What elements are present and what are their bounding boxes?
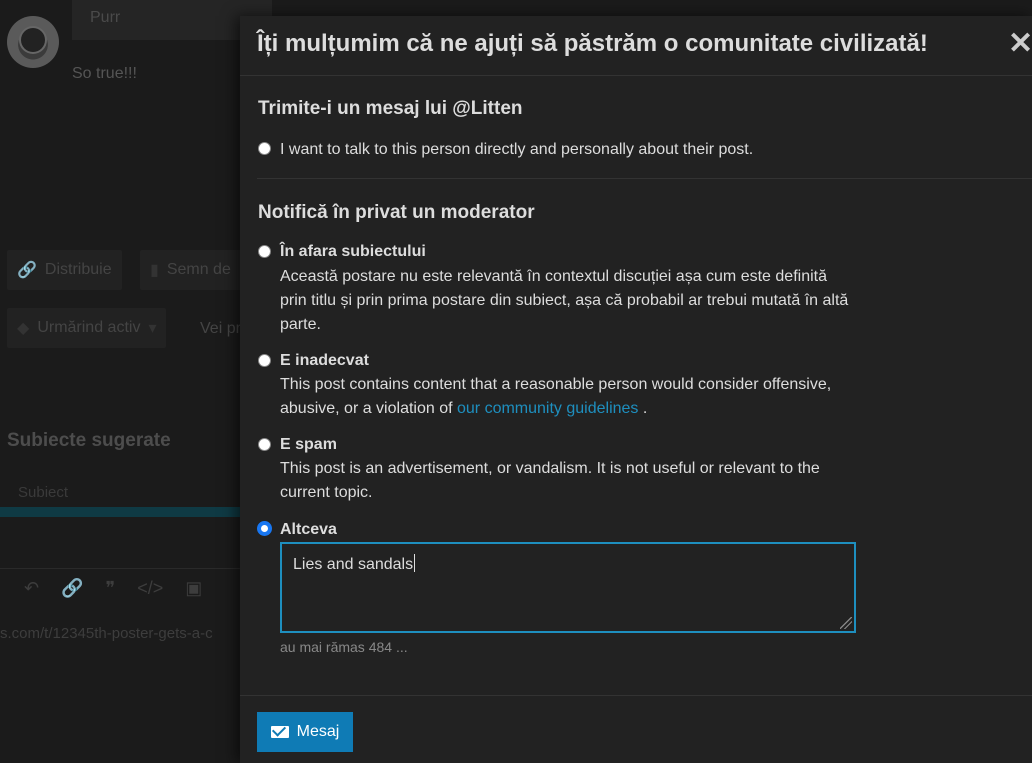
send-message-button[interactable]: Mesaj [257, 712, 353, 752]
notify-moderator-title: Notifică în privat un moderator [258, 202, 535, 223]
bookmark-button: ▮ Semn de [140, 250, 250, 290]
text-caret [414, 554, 416, 572]
off-topic-label[interactable]: În afara subiectului [280, 243, 426, 261]
caret-down-icon: ▾ [148, 320, 157, 337]
spam-description: This post is an advertisement, or vandal… [280, 460, 820, 501]
bookmark-icon: ▮ [150, 262, 159, 279]
envelope-icon [270, 726, 289, 738]
quote-icon: ❞ [105, 577, 116, 598]
textarea-value: Lies and sandals [293, 556, 414, 573]
spam-label[interactable]: E spam [280, 436, 337, 454]
custom-message-textarea[interactable]: Lies and sandals [280, 542, 856, 633]
share-label: Distribuie [44, 261, 112, 278]
reply-input-text: Purr [90, 9, 121, 26]
bell-icon: ◆ [17, 320, 30, 337]
topic-url: s.com/t/12345th-poster-gets-a-c [0, 625, 213, 642]
send-message-label: Mesaj [296, 723, 340, 740]
something-else-label[interactable]: Altceva [280, 521, 337, 539]
inappropriate-description: This post contains content that a reason… [280, 373, 850, 421]
inappropriate-desc-end: . [638, 400, 648, 417]
direct-message-label[interactable]: I want to talk to this person directly a… [280, 141, 753, 159]
off-topic-description: Această postare nu este relevantă în con… [280, 268, 849, 333]
message-user-title: Trimite-i un mesaj lui @Litten [258, 98, 523, 119]
inappropriate-label[interactable]: E inadecvat [280, 352, 369, 370]
share-button: 🔗 Distribuie [7, 250, 122, 290]
tracking-dropdown: ◆ Urmărind activ ▾ [7, 308, 167, 348]
resize-handle[interactable] [840, 617, 852, 629]
radio-something-else[interactable] [258, 522, 271, 535]
link-icon: 🔗 [17, 262, 37, 279]
tracking-label: Urmărind activ [37, 319, 141, 336]
section-divider [257, 178, 1032, 179]
modal-header: Îți mulțumim că ne ajuți să păstrăm o co… [240, 16, 1032, 76]
flag-modal: Îți mulțumim că ne ajuți să păstrăm o co… [240, 16, 1032, 763]
radio-direct-message[interactable] [258, 142, 271, 155]
radio-inappropriate[interactable] [258, 354, 271, 367]
link-icon: 🔗 [61, 577, 84, 598]
more-text: Vei pr [200, 320, 241, 337]
composer-toolbar: ↶ 🔗 ❞ </> ▣ [0, 573, 202, 603]
characters-remaining: au mai rămas 484 ... [280, 639, 408, 655]
suggested-topics-title: Subiecte sugerate [7, 430, 171, 451]
user-avatar [7, 16, 59, 68]
community-guidelines-link[interactable]: our community guidelines [457, 400, 638, 417]
composer-separator [0, 568, 240, 569]
close-icon[interactable]: ✕ [1008, 26, 1032, 62]
table-header-underline [0, 507, 240, 517]
radio-off-topic[interactable] [258, 245, 271, 258]
undo-icon: ↶ [24, 577, 40, 598]
bookmark-label: Semn de [166, 261, 231, 278]
code-icon: </> [137, 577, 164, 598]
footer-divider [240, 695, 1032, 696]
image-icon: ▣ [185, 577, 203, 598]
post-text: So true!!! [72, 65, 137, 82]
subject-column-header: Subiect [18, 484, 69, 501]
radio-spam[interactable] [258, 438, 271, 451]
modal-title: Îți mulțumim că ne ajuți să păstrăm o co… [257, 30, 928, 57]
